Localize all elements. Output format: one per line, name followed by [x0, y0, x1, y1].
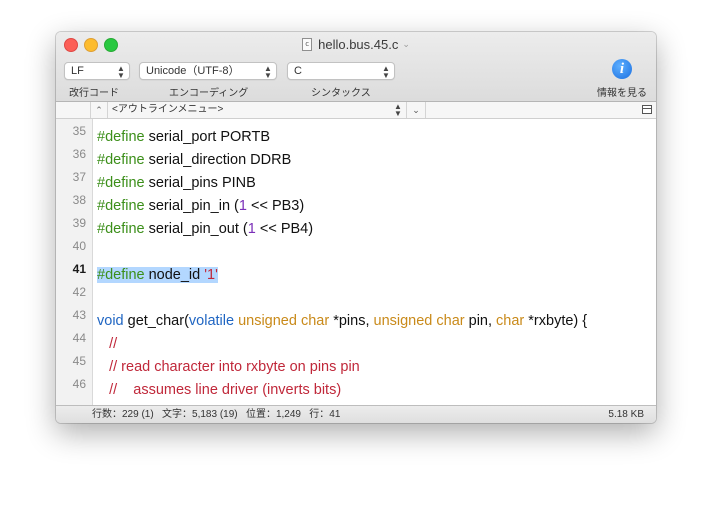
- type-token: unsigned char: [238, 313, 330, 329]
- code-text: << PB4): [255, 221, 314, 237]
- line-number-gutter: 35 36 37 38 39 40 41 42 43 44 45 46: [56, 119, 93, 405]
- info-label[interactable]: 情報を見る: [597, 84, 647, 99]
- code-line: // assumes line driver (inverts bits): [97, 380, 341, 402]
- comment-token: //: [97, 336, 118, 352]
- code-text: serial_pin_out (: [144, 221, 248, 237]
- status-bar: 行数：229 (1) 文字：5,183 (19) 位置：1,249 行：41 5…: [56, 405, 656, 423]
- updown-arrows-icon: ▲ ▼: [117, 64, 125, 80]
- code-text: serial_pin_in (: [144, 198, 239, 214]
- line-ending-label: 改行コード: [69, 88, 119, 99]
- code-text: pin,: [464, 313, 497, 329]
- code-line: #define serial_port PORTB: [97, 127, 270, 149]
- code-line: #define serial_pins PINB: [97, 173, 256, 195]
- navigation-bar: ⌃ <アウトラインメニュー> ▲ ▼ ⌄: [56, 102, 656, 119]
- line-number: 46: [72, 377, 86, 391]
- syntax-label: シンタックス: [311, 88, 371, 99]
- line-number: 37: [72, 170, 86, 184]
- text-selection: #define node_id '1': [97, 267, 218, 283]
- window-title: hello.bus.45.c: [318, 36, 399, 52]
- comment-token: // read character into rxbyte on pins pi…: [97, 359, 360, 375]
- editor-window: c hello.bus.45.c ⌄ LF ▲ ▼ 改行コード Unicode（U…: [56, 32, 656, 423]
- split-view-icon[interactable]: [642, 105, 652, 114]
- code-text: serial_port PORTB: [144, 129, 271, 145]
- line-ending-popup[interactable]: LF ▲ ▼: [64, 62, 130, 80]
- line-ending-value: LF: [71, 65, 84, 77]
- preprocessor-token: #define: [97, 152, 145, 168]
- preprocessor-token: #define: [97, 175, 145, 191]
- chevron-up-icon[interactable]: ⌃: [90, 102, 108, 118]
- code-text: << PB3): [246, 198, 305, 214]
- updown-arrows-icon: ▲ ▼: [264, 64, 272, 80]
- title-toolbar-area: c hello.bus.45.c ⌄ LF ▲ ▼ 改行コード Unicode（U…: [56, 32, 656, 102]
- code-line: #define serial_direction DDRB: [97, 150, 291, 172]
- current-line-number: 41: [72, 262, 86, 276]
- line-number: 42: [72, 285, 86, 299]
- line-number: 38: [72, 193, 86, 207]
- code-line: //: [97, 334, 117, 356]
- line-number: 35: [72, 124, 86, 138]
- number-literal: 1: [238, 198, 247, 214]
- code-line: void get_char(volatile unsigned char *pi…: [97, 311, 587, 333]
- char-literal: '1': [204, 267, 218, 283]
- window-title-bar[interactable]: c hello.bus.45.c ⌄: [56, 34, 656, 54]
- line-number: 36: [72, 147, 86, 161]
- updown-arrows-icon[interactable]: ▲ ▼: [394, 102, 402, 118]
- code-text: node_id: [144, 267, 205, 283]
- encoding-value: Unicode（UTF-8）: [146, 65, 240, 77]
- chevron-down-icon[interactable]: ⌄: [402, 39, 410, 50]
- updown-arrows-icon: ▲ ▼: [382, 64, 390, 80]
- line-number: 40: [72, 239, 86, 253]
- encoding-popup[interactable]: Unicode（UTF-8） ▲ ▼: [139, 62, 277, 80]
- code-text: serial_direction DDRB: [144, 152, 292, 168]
- code-text: *rxbyte) {: [524, 313, 588, 329]
- file-size: 5.18 KB: [608, 409, 644, 420]
- code-text: serial_pins PINB: [144, 175, 256, 191]
- encoding-label: エンコーディング: [169, 88, 249, 99]
- type-token: char: [496, 313, 525, 329]
- code-text: get_char(: [123, 313, 189, 329]
- comment-token: // assumes line driver (inverts bits): [97, 382, 342, 398]
- document-file-icon[interactable]: c: [302, 37, 313, 51]
- document-stats: 行数：229 (1) 文字：5,183 (19) 位置：1,249 行：41: [92, 409, 341, 420]
- info-icon[interactable]: i: [612, 59, 632, 79]
- outline-menu[interactable]: <アウトラインメニュー>: [112, 102, 223, 118]
- number-literal: 1: [247, 221, 256, 237]
- selected-code-line: #define node_id '1': [97, 265, 218, 287]
- line-number: 39: [72, 216, 86, 230]
- code-line: // read character into rxbyte on pins pi…: [97, 357, 360, 379]
- type-token: unsigned char: [373, 313, 465, 329]
- preprocessor-token: #define: [97, 221, 145, 237]
- keyword-token: void: [97, 313, 124, 329]
- code-text: *pins,: [329, 313, 374, 329]
- syntax-value: C: [294, 65, 302, 77]
- code-line: #define serial_pin_in (1 << PB3): [97, 196, 304, 218]
- preprocessor-token: #define: [97, 198, 145, 214]
- chevron-down-icon[interactable]: ⌄: [406, 102, 426, 118]
- code-line: #define serial_pin_out (1 << PB4): [97, 219, 313, 241]
- line-number: 45: [72, 354, 86, 368]
- keyword-token: volatile: [188, 313, 235, 329]
- line-number: 43: [72, 308, 86, 322]
- line-number: 44: [72, 331, 86, 345]
- syntax-popup[interactable]: C ▲ ▼: [287, 62, 395, 80]
- code-editor[interactable]: 35 36 37 38 39 40 41 42 43 44 45 46 #def…: [56, 119, 656, 405]
- preprocessor-token: #define: [97, 267, 145, 283]
- preprocessor-token: #define: [97, 129, 145, 145]
